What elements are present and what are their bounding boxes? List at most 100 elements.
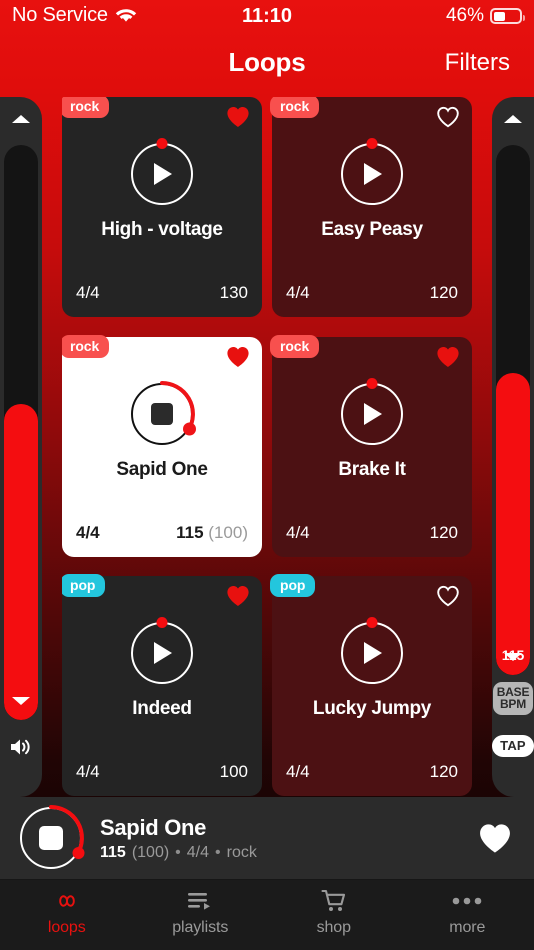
loop-title: Indeed [132, 698, 192, 720]
loop-play-button[interactable] [131, 617, 193, 685]
loop-meta: 4/4 130 [76, 283, 248, 303]
loop-time-signature: 4/4 [76, 283, 100, 302]
battery-icon [490, 8, 525, 24]
speaker-icon[interactable] [9, 737, 33, 757]
separator-dot-2: • [215, 843, 221, 861]
loop-time-signature: 4/4 [286, 283, 310, 302]
play-icon [364, 642, 383, 665]
loop-genre-tag: rock [270, 334, 320, 358]
loop-play-button[interactable] [341, 377, 403, 445]
loop-title: Sapid One [116, 458, 208, 480]
loop-meta: 4/4 100 [76, 762, 248, 782]
loop-play-button[interactable] [341, 617, 403, 685]
progress-marker-dot [366, 138, 378, 149]
loop-genre-tag: pop [270, 574, 316, 598]
status-bar: No Service 11:10 46% [0, 0, 534, 36]
progress-marker-dot [366, 377, 378, 389]
loop-card[interactable]: rock Easy Peasy 4/4 120 [270, 97, 472, 317]
tap-tempo-button[interactable]: TAP [492, 735, 534, 758]
tab-label: shop [316, 919, 351, 936]
play-icon [154, 163, 173, 185]
bpm-rail: 115 BASE BPM TAP [492, 97, 534, 797]
tab-label: loops [47, 919, 86, 936]
base-bpm-label-line2: BPM [499, 697, 527, 712]
tab-shop[interactable]: shop [267, 888, 401, 937]
infinity-icon [50, 888, 84, 914]
loop-play-button[interactable] [131, 380, 196, 445]
loop-bpm-group: 120 [430, 762, 458, 782]
ellipsis-icon [452, 888, 482, 914]
now-playing-genre: rock [226, 843, 257, 861]
nav-bar: Loops Filters [0, 36, 534, 91]
now-playing-info: Sapid One 115 (100) • 4/4 • rock [100, 815, 478, 862]
loop-card[interactable]: pop Lucky Jumpy 4/4 120 [270, 574, 472, 797]
now-playing-time-signature: 4/4 [186, 843, 210, 861]
loop-time-signature: 4/4 [76, 762, 100, 782]
loop-play-button[interactable] [341, 138, 403, 205]
play-icon [364, 163, 383, 185]
playlist-icon [187, 888, 213, 914]
tab-bar: loops playlists shop more [0, 880, 534, 950]
loop-meta: 4/4 120 [286, 762, 458, 782]
loop-time-signature: 4/4 [286, 522, 310, 542]
volume-up-button[interactable] [12, 115, 30, 123]
loop-genre-tag: rock [270, 97, 320, 118]
loop-card[interactable]: rock Brake It 4/4 120 [270, 334, 472, 557]
loop-bpm-group: 115 (100) [176, 523, 248, 543]
progress-marker-dot [366, 617, 378, 629]
loop-bpm: 120 [429, 762, 458, 782]
loop-bpm: 120 [429, 522, 458, 542]
now-playing-base-bpm: (100) [131, 843, 170, 861]
tab-more[interactable]: more [401, 888, 534, 937]
loop-meta: 4/4 115 (100) [76, 523, 248, 543]
loop-base-bpm: (100) [203, 522, 248, 542]
loop-meta: 4/4 120 [286, 523, 458, 543]
loop-bpm-group: 120 [430, 523, 458, 543]
tab-label: playlists [172, 919, 229, 936]
bpm-up-button[interactable] [504, 115, 522, 123]
now-playing-favorite-button[interactable] [478, 823, 512, 854]
favorite-button[interactable] [436, 585, 460, 607]
tab-playlists[interactable]: playlists [134, 888, 268, 937]
cart-icon [321, 888, 347, 914]
base-bpm-button[interactable]: BASE BPM [493, 682, 533, 716]
loop-grid: rock High - voltage 4/4 130 rock Easy Peasy 4/… [62, 97, 472, 797]
favorite-button[interactable] [436, 346, 460, 368]
stop-icon [151, 402, 173, 425]
now-playing-title: Sapid One [100, 814, 207, 840]
separator-dot-1: • [175, 843, 181, 861]
now-playing-bar[interactable]: Sapid One 115 (100) • 4/4 • rock [0, 797, 534, 880]
battery-percent-label: 46% [445, 5, 484, 26]
tab-loops[interactable]: loops [0, 888, 134, 937]
loop-card[interactable]: pop Indeed 4/4 100 [62, 574, 262, 797]
favorite-button[interactable] [226, 585, 250, 607]
favorite-button[interactable] [226, 106, 250, 128]
favorite-button[interactable] [226, 346, 250, 368]
now-playing-stop-button[interactable] [20, 805, 85, 869]
loop-title: High - voltage [101, 219, 223, 240]
now-playing-bpm: 115 [100, 843, 126, 861]
loop-bpm: 130 [219, 283, 248, 302]
loop-card[interactable]: rock High - voltage 4/4 130 [62, 97, 262, 317]
loop-play-button[interactable] [131, 138, 193, 205]
filters-button[interactable]: Filters [445, 49, 510, 77]
loop-bpm-group: 130 [220, 283, 248, 303]
volume-down-button[interactable] [12, 697, 30, 705]
play-icon [154, 642, 173, 665]
favorite-button[interactable] [436, 106, 460, 128]
loop-genre-tag: rock [62, 334, 110, 358]
volume-slider-fill [4, 403, 38, 720]
loop-meta: 4/4 120 [286, 283, 458, 303]
bpm-down-button[interactable] [504, 653, 522, 661]
loop-title: Brake It [338, 458, 406, 480]
loop-title: Lucky Jumpy [312, 698, 432, 720]
volume-rail [0, 97, 42, 797]
status-bar-right: 46% [445, 5, 525, 27]
loop-card[interactable]: rock Sapid One 4/4 115 (100) [62, 334, 262, 557]
volume-slider[interactable] [4, 145, 38, 720]
progress-marker-dot [156, 617, 168, 629]
bpm-slider[interactable]: 115 [496, 145, 530, 675]
app-root: No Service 11:10 46% Loops Filters 115 B… [0, 0, 534, 950]
loop-time-signature: 4/4 [286, 762, 310, 782]
loop-bpm-group: 120 [430, 283, 458, 303]
